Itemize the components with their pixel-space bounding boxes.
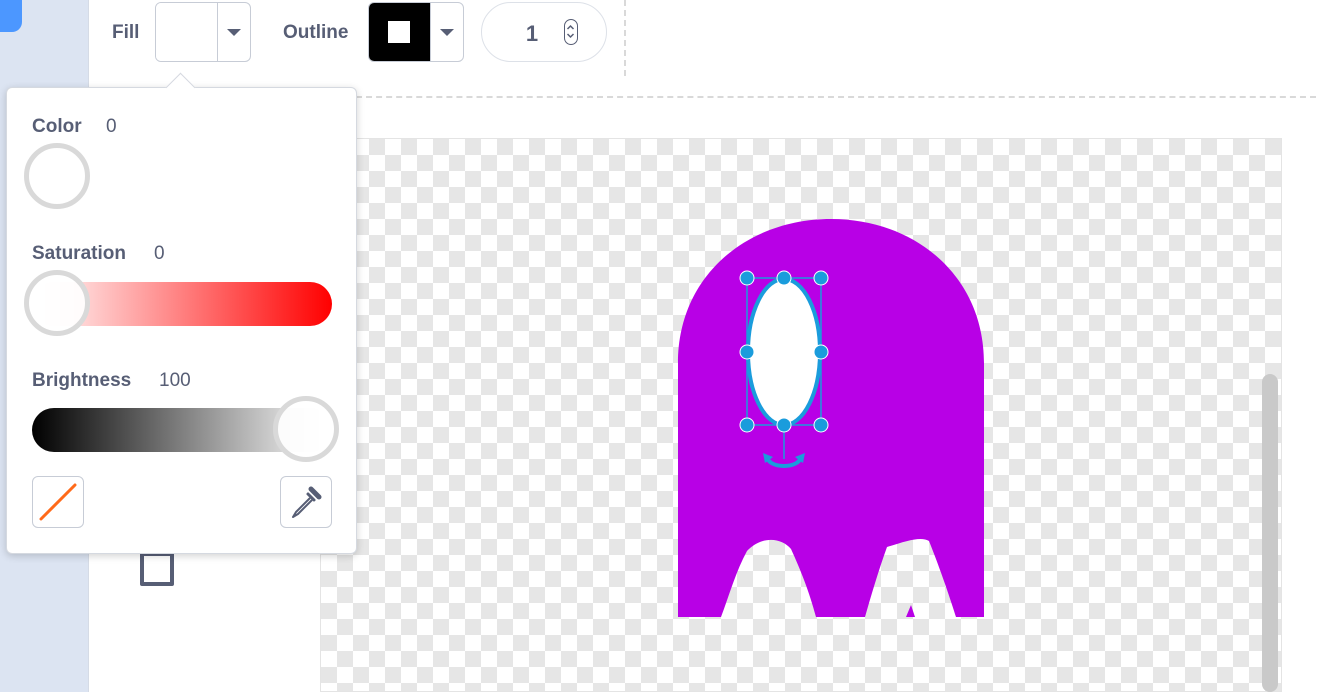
- costume-shape-detail: [906, 605, 915, 617]
- chevron-down-icon: [440, 28, 454, 36]
- brightness-label: Brightness: [32, 370, 132, 391]
- outline-label: Outline: [283, 22, 349, 43]
- resize-handle[interactable]: [813, 344, 829, 360]
- stroke-width-input[interactable]: 1: [481, 2, 607, 62]
- toolbar-divider: [624, 0, 626, 76]
- category-tab[interactable]: [0, 0, 22, 32]
- resize-handle[interactable]: [739, 344, 755, 360]
- rectangle-icon[interactable]: [140, 552, 174, 586]
- fill-color-dropdown[interactable]: [155, 2, 251, 62]
- saturation-label: Saturation: [32, 243, 126, 264]
- color-value: 0: [106, 116, 117, 137]
- resize-handle[interactable]: [776, 417, 792, 433]
- resize-handle[interactable]: [739, 270, 755, 286]
- saturation-value: 0: [154, 243, 165, 264]
- brightness-slider-handle[interactable]: [273, 396, 339, 462]
- diagonal-slash-icon: [39, 483, 77, 521]
- fill-color-popover: Color 0 Saturation 0 Brightness 100: [6, 87, 357, 554]
- fill-swatch[interactable]: [156, 3, 218, 61]
- canvas-artwork[interactable]: [321, 139, 1282, 692]
- fill-dropdown-arrow[interactable]: [218, 3, 250, 61]
- canvas-vertical-scrollbar[interactable]: [1262, 374, 1278, 692]
- eyedropper-icon: [292, 486, 322, 518]
- toolbar-divider-horizontal: [356, 96, 1316, 98]
- stepper-arrows: [566, 24, 575, 39]
- eyedropper-button[interactable]: [280, 476, 332, 528]
- outline-swatch-inner: [387, 20, 411, 44]
- eye-ellipse[interactable]: [746, 277, 822, 427]
- stepper-icon[interactable]: [564, 19, 578, 45]
- resize-handle[interactable]: [739, 417, 755, 433]
- drawing-canvas[interactable]: [320, 138, 1282, 692]
- fill-label: Fill: [112, 22, 140, 43]
- resize-handle[interactable]: [813, 270, 829, 286]
- outline-color-dropdown[interactable]: [368, 2, 464, 62]
- saturation-slider-handle[interactable]: [24, 270, 90, 336]
- color-label: Color: [32, 116, 82, 137]
- brightness-value: 100: [159, 370, 191, 391]
- resize-handle[interactable]: [776, 270, 792, 286]
- chevron-down-icon: [227, 28, 241, 36]
- resize-handle[interactable]: [813, 417, 829, 433]
- costume-shape[interactable]: [678, 219, 984, 617]
- hue-slider-handle[interactable]: [24, 143, 90, 209]
- outline-dropdown-arrow[interactable]: [431, 3, 463, 61]
- no-fill-button[interactable]: [32, 476, 84, 528]
- outline-swatch[interactable]: [369, 3, 431, 61]
